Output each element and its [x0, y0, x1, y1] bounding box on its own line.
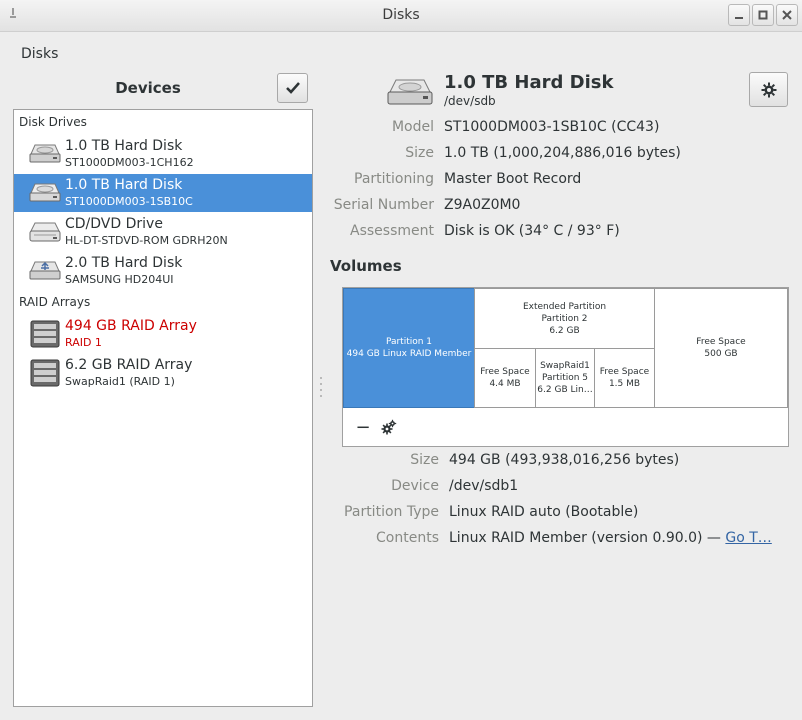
device-model: RAID 1 — [65, 336, 102, 349]
volume-size: 6.2 GB — [549, 325, 580, 336]
device-model: SwapRaid1 (RAID 1) — [65, 375, 175, 388]
checkmark-icon — [285, 82, 300, 94]
prop-label: Size — [405, 145, 434, 161]
device-item-1tb-disk-1[interactable]: 1.0 TB Hard Disk ST1000DM003-1CH162 — [14, 135, 312, 173]
volume-label: Free Space — [696, 337, 746, 347]
device-model: HL-DT-STDVD-ROM GDRH20N — [65, 234, 228, 247]
devices-title: Devices — [115, 79, 181, 97]
section-disk-drives: Disk Drives — [19, 115, 87, 129]
close-button[interactable] — [776, 4, 798, 26]
volume-label: SwapRaid1 — [540, 361, 590, 371]
window-title: Disks — [382, 7, 420, 23]
volume-map: Partition 1 494 GB Linux RAID Member Ext… — [342, 287, 789, 447]
minimize-button[interactable] — [728, 4, 750, 26]
gears-icon — [381, 419, 397, 435]
minimize-icon — [735, 17, 743, 19]
device-name: 1.0 TB Hard Disk — [65, 138, 183, 154]
device-name: 6.2 GB RAID Array — [65, 357, 193, 373]
prop-value: ST1000DM003-1SB10C (CC43) — [444, 119, 660, 135]
volumes-title: Volumes — [330, 257, 402, 275]
volume-size: 6.2 GB Lin… — [537, 385, 593, 395]
disk-device-path: /dev/sdb — [444, 94, 496, 108]
volume-detail: 1.5 MB — [608, 379, 641, 389]
partition-options-button[interactable] — [377, 414, 401, 440]
device-list: Disk Drives 1.0 TB Hard Disk ST1000DM003… — [13, 109, 313, 707]
device-item-cd-dvd[interactable]: CD/DVD Drive HL-DT-STDVD-ROM GDRH20N — [14, 213, 312, 251]
volume-free-space-1[interactable]: Free Space 4.4 MB — [474, 348, 536, 408]
device-item-494gb-raid[interactable]: 494 GB RAID Array RAID 1 — [14, 315, 312, 353]
maximize-button[interactable] — [752, 4, 774, 26]
device-name: 2.0 TB Hard Disk — [65, 255, 183, 271]
prop-value: Linux RAID Member (version 0.90.0) — Go … — [449, 530, 772, 546]
prop-value: Disk is OK (34° C / 93° F) — [444, 223, 620, 239]
volume-label: Free Space — [599, 367, 650, 377]
pane-resize-handle[interactable] — [319, 375, 323, 399]
usb-harddisk-icon — [29, 261, 61, 280]
prop-value: 1.0 TB (1,000,204,886,016 bytes) — [444, 145, 681, 161]
device-name: 494 GB RAID Array — [65, 318, 197, 334]
prop-label: Contents — [376, 530, 439, 546]
volume-detail: Partition 2 — [541, 313, 588, 324]
prop-label: Partitioning — [354, 171, 434, 187]
prop-value: 494 GB (493,938,016,256 bytes) — [449, 452, 680, 468]
prop-value: Z9A0Z0M0 — [444, 197, 521, 213]
prop-label: Model — [391, 119, 434, 135]
prop-label: Size — [410, 452, 439, 468]
volume-detail: 494 GB Linux RAID Member — [346, 349, 472, 359]
prop-label: Serial Number — [333, 197, 434, 213]
title-bar: Disks — [0, 0, 802, 32]
device-item-1tb-disk-2[interactable]: 1.0 TB Hard Disk ST1000DM003-1SB10C — [14, 174, 312, 212]
close-icon — [782, 10, 792, 20]
harddisk-icon — [29, 144, 61, 163]
prop-label: Partition Type — [344, 504, 439, 520]
app-menu[interactable]: Disks — [21, 46, 58, 62]
disk-title: 1.0 TB Hard Disk — [444, 72, 614, 93]
device-name: 1.0 TB Hard Disk — [65, 177, 183, 193]
minus-icon: − — [355, 416, 371, 438]
gear-icon — [761, 82, 776, 97]
prop-label: Assessment — [350, 223, 434, 239]
device-model: ST1000DM003-1SB10C — [65, 195, 193, 208]
remove-partition-button[interactable]: − — [351, 414, 375, 440]
go-to-array-link[interactable]: Go T… — [725, 530, 771, 546]
volume-toolbar: − — [343, 408, 788, 446]
harddisk-large-icon — [387, 79, 433, 105]
contents-text: Linux RAID Member (version 0.90.0) — — [449, 530, 726, 546]
prop-value: /dev/sdb1 — [449, 478, 519, 494]
selection-mode-button[interactable] — [277, 73, 308, 103]
volume-free-space-3[interactable]: Free Space 500 GB — [654, 288, 788, 408]
volume-extended-partition[interactable]: Extended Partition Partition 2 6.2 GB — [474, 288, 655, 349]
volume-label: Partition 1 — [385, 337, 433, 347]
volume-detail: 500 GB — [704, 349, 738, 359]
volume-free-space-2[interactable]: Free Space 1.5 MB — [594, 348, 655, 408]
device-name: CD/DVD Drive — [65, 216, 163, 232]
maximize-icon — [758, 10, 768, 20]
section-raid-arrays: RAID Arrays — [19, 295, 91, 309]
device-item-6gb-raid[interactable]: 6.2 GB RAID Array SwapRaid1 (RAID 1) — [14, 354, 312, 392]
raid-array-icon — [30, 320, 60, 348]
volume-detail: Partition 5 — [541, 373, 589, 383]
prop-label: Device — [391, 478, 439, 494]
optical-drive-icon — [29, 222, 61, 242]
volume-partition-5[interactable]: SwapRaid1 Partition 5 6.2 GB Lin… — [535, 348, 595, 408]
device-model: SAMSUNG HD204UI — [65, 273, 174, 286]
device-model: ST1000DM003-1CH162 — [65, 156, 194, 169]
device-item-2tb-disk[interactable]: 2.0 TB Hard Disk SAMSUNG HD204UI — [14, 252, 312, 290]
drive-settings-button[interactable] — [749, 72, 788, 107]
prop-value: Linux RAID auto (Bootable) — [449, 504, 639, 520]
volume-label: Extended Partition — [522, 301, 607, 312]
prop-value: Master Boot Record — [444, 171, 582, 187]
harddisk-icon — [29, 183, 61, 202]
volume-detail: 4.4 MB — [489, 379, 521, 389]
raid-array-icon — [30, 359, 60, 387]
volume-label: Free Space — [480, 367, 530, 377]
volume-partition-1[interactable]: Partition 1 494 GB Linux RAID Member — [343, 288, 475, 408]
